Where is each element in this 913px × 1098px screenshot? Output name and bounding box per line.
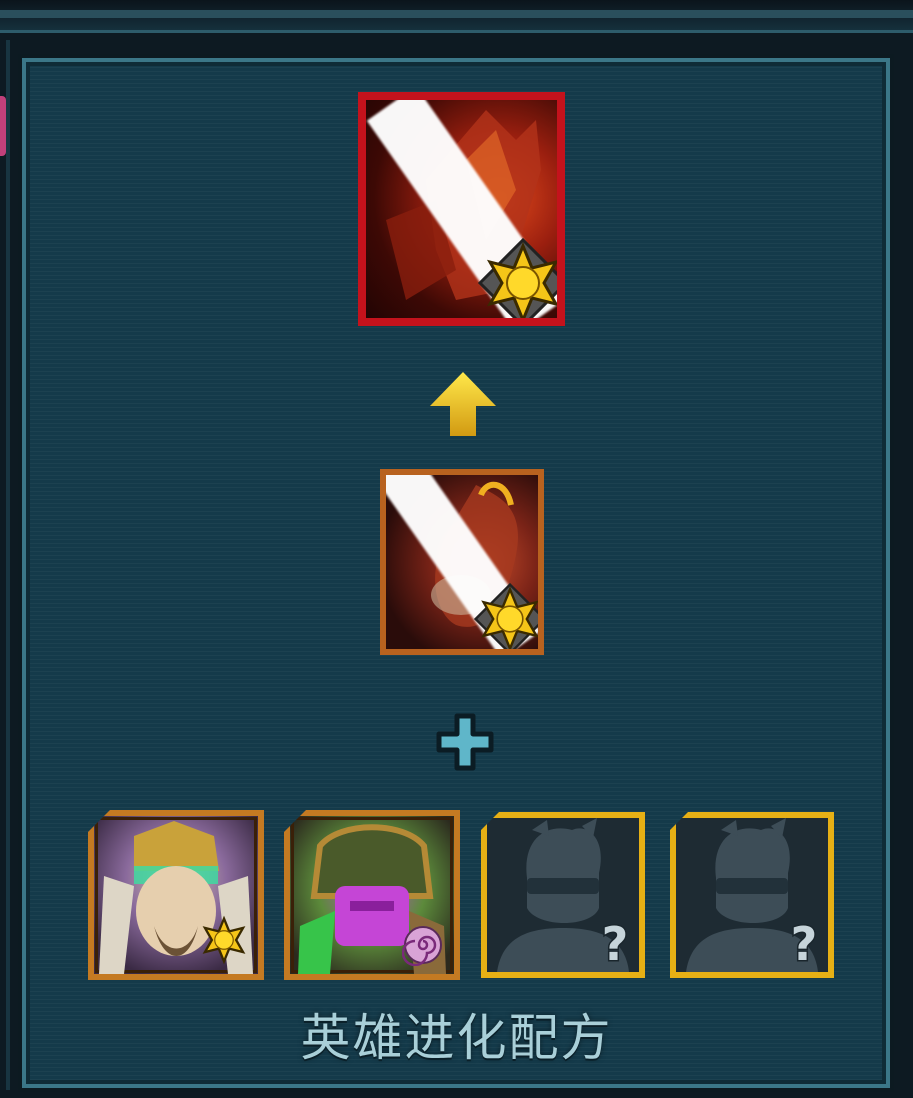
material-slot-hero-2[interactable]	[284, 810, 460, 980]
top-bar	[0, 0, 913, 33]
sun-star-badge-icon	[474, 583, 538, 649]
plus-icon	[436, 713, 494, 771]
up-arrow-icon	[430, 372, 496, 436]
swirl-badge-icon	[402, 926, 442, 966]
recipe-title: 英雄进化配方	[300, 1009, 613, 1067]
material-slot-unknown-1[interactable]: ?	[481, 812, 645, 978]
left-edge-frame	[6, 40, 10, 1090]
base-hero-card[interactable]	[380, 469, 544, 655]
sun-star-badge-icon	[202, 915, 246, 965]
target-hero-card[interactable]	[358, 92, 565, 326]
svg-text:?: ?	[602, 918, 629, 968]
svg-text:?: ?	[791, 918, 818, 968]
material-slot-hero-1[interactable]	[88, 810, 264, 980]
sun-star-badge-icon	[478, 238, 557, 318]
question-mark-icon: ?	[600, 918, 630, 968]
material-slot-unknown-2[interactable]: ?	[670, 812, 834, 978]
question-mark-icon: ?	[789, 918, 819, 968]
